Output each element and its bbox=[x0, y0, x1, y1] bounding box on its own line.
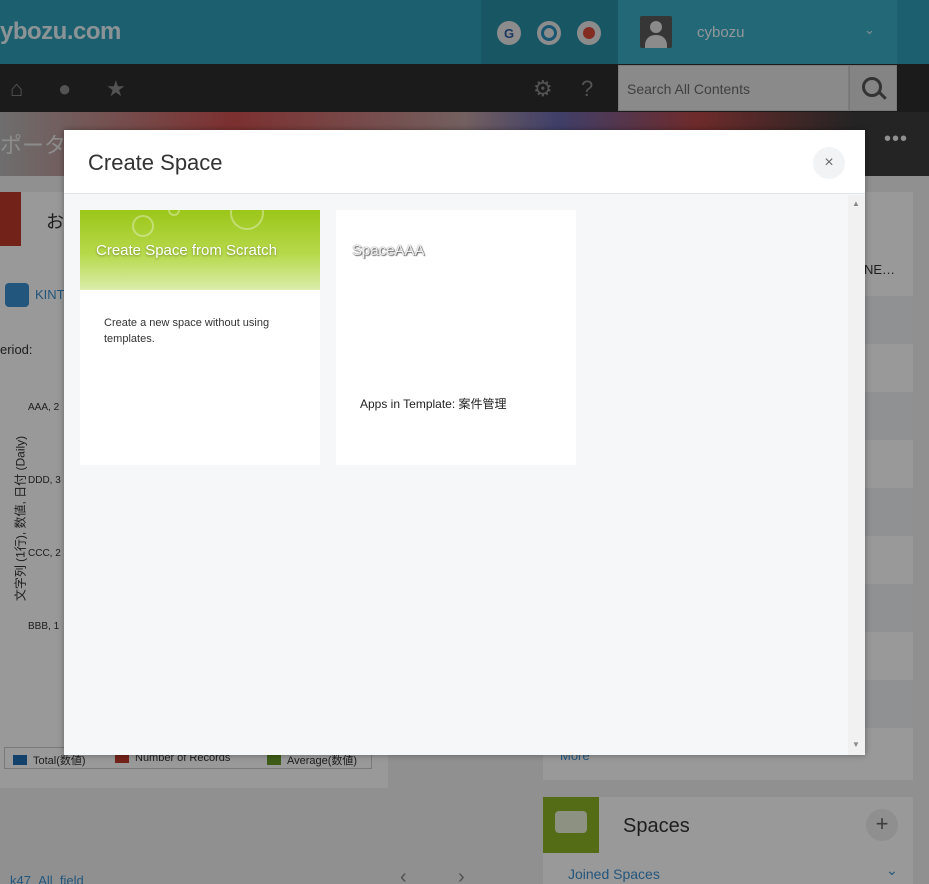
create-from-scratch-card[interactable]: Create Space from Scratch Create a new s… bbox=[80, 210, 320, 465]
decoration bbox=[168, 210, 180, 216]
create-space-dialog: Create Space × Create Space from Scratch… bbox=[64, 130, 865, 755]
dialog-header: Create Space × bbox=[64, 130, 865, 194]
dialog-body: Create Space from Scratch Create a new s… bbox=[64, 195, 848, 755]
card-title: SpaceAAA bbox=[352, 242, 425, 259]
template-apps-label: Apps in Template: bbox=[360, 397, 456, 411]
template-apps-value: 案件管理 bbox=[458, 397, 507, 411]
scroll-down-icon[interactable]: ▼ bbox=[852, 740, 860, 749]
card-header: Create Space from Scratch bbox=[80, 210, 320, 290]
template-apps: Apps in Template: 案件管理 bbox=[360, 395, 507, 412]
decoration bbox=[230, 210, 264, 230]
card-description: Create a new space without using templat… bbox=[104, 317, 270, 345]
scroll-up-icon[interactable]: ▲ bbox=[852, 199, 860, 208]
decoration bbox=[132, 215, 154, 237]
card-title: Create Space from Scratch bbox=[96, 242, 277, 259]
template-card-spaceaaa[interactable]: SpaceAAA Apps in Template: 案件管理 bbox=[336, 210, 576, 465]
dialog-title: Create Space bbox=[88, 150, 223, 175]
card-header: SpaceAAA bbox=[336, 210, 576, 290]
close-button[interactable]: × bbox=[813, 147, 845, 179]
scrollbar[interactable]: ▲ ▼ bbox=[848, 195, 865, 755]
